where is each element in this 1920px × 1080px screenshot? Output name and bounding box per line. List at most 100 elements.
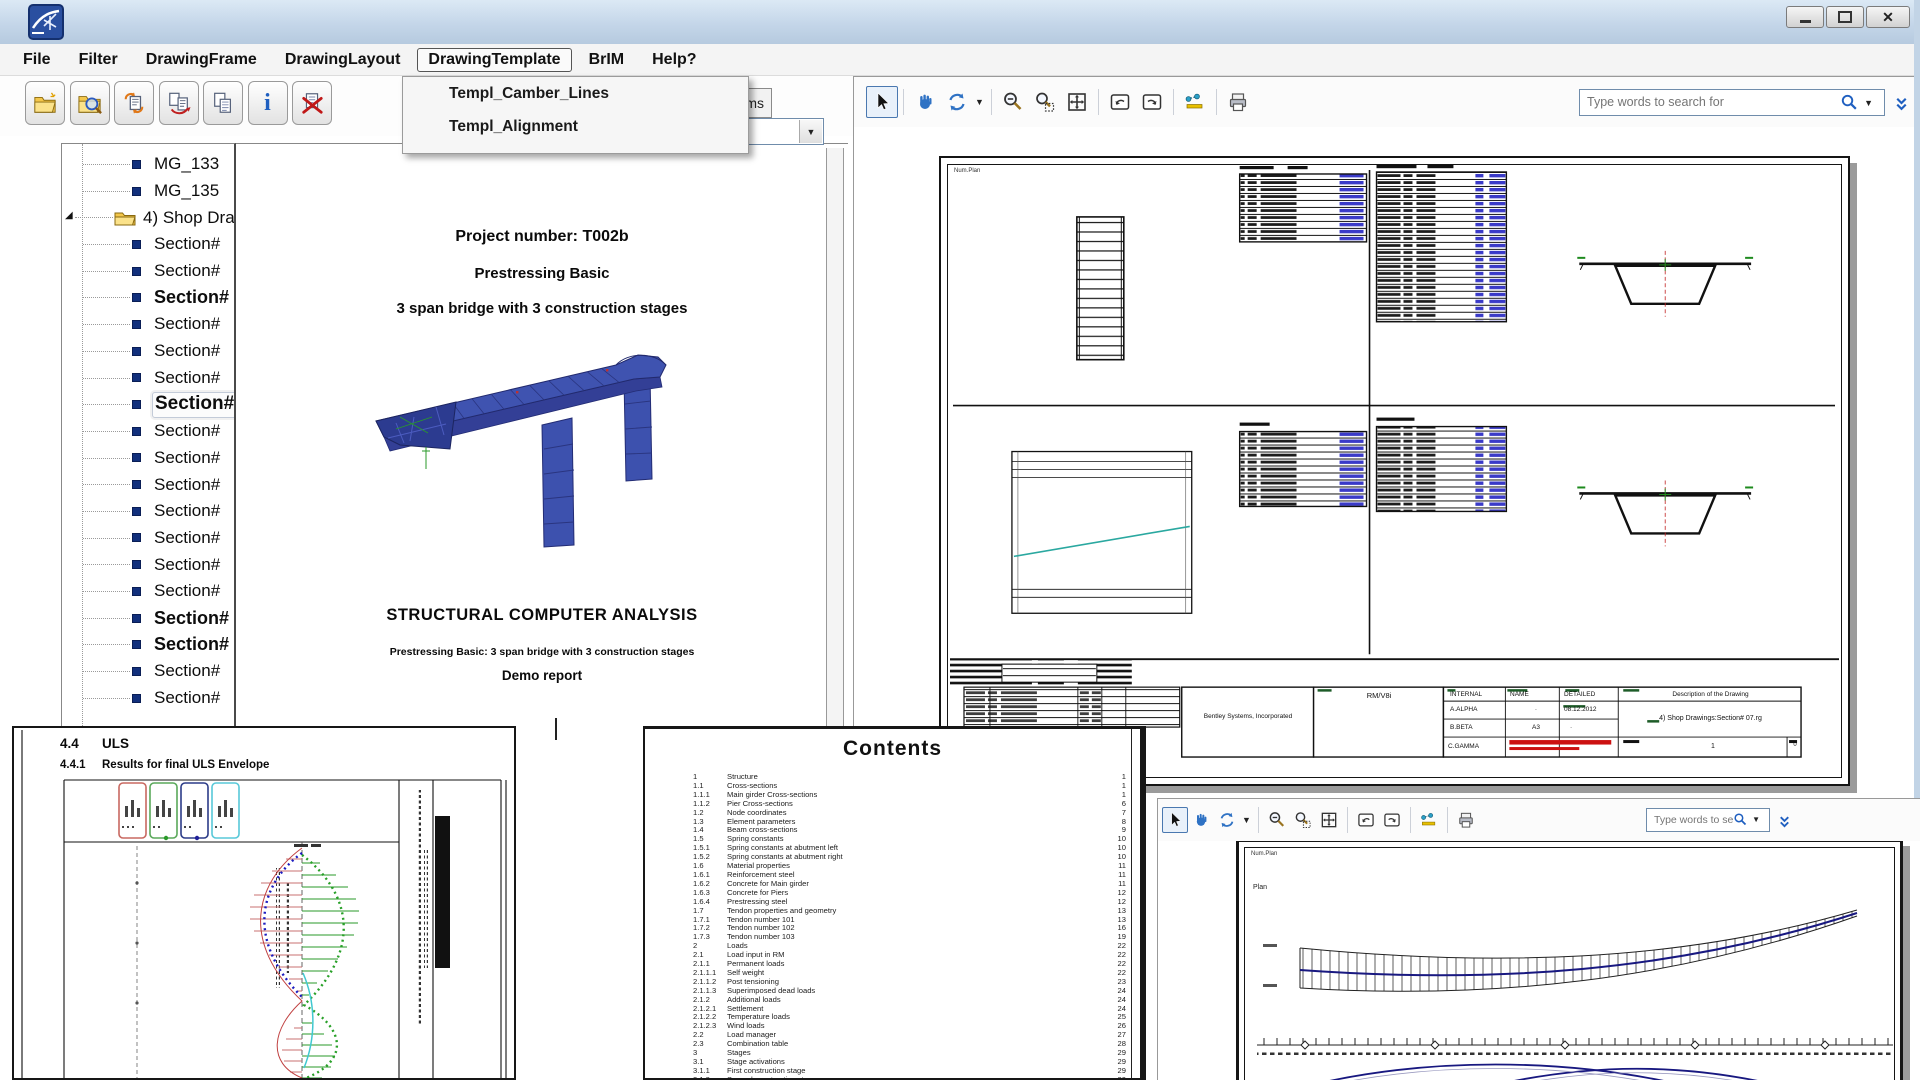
tree-item[interactable]: ◢ Section# — [62, 498, 234, 525]
drawing-canvas[interactable]: Num.Plan Plan — [1158, 841, 1920, 1080]
fit-view-button[interactable] — [1316, 807, 1342, 833]
zoom-window-button[interactable] — [1290, 807, 1316, 833]
rotate-view-button[interactable] — [1214, 807, 1240, 833]
maximize-button[interactable] — [1826, 6, 1864, 28]
menu-item[interactable]: Help? — [641, 48, 707, 72]
search-dropdown-caret[interactable]: ▼ — [1752, 815, 1760, 824]
menu-item[interactable]: BrIM — [578, 48, 636, 72]
tree-item-label[interactable]: Section# — [154, 261, 220, 281]
title-bar[interactable]: ✕ — [0, 0, 1920, 45]
tree-item-label[interactable]: Section# — [154, 287, 229, 308]
menu-item[interactable]: DrawingTemplate — [417, 48, 571, 72]
collapse-chevrons-icon[interactable] — [1893, 94, 1910, 111]
tree-item[interactable]: ◢ Section# — [62, 338, 234, 365]
menu-item[interactable]: Filter — [68, 48, 129, 72]
collapse-chevrons-icon[interactable] — [1777, 813, 1792, 828]
tree-item-label[interactable]: Section# — [154, 608, 229, 629]
tree-item-label[interactable]: Section# — [154, 528, 220, 548]
tree-item-label[interactable]: Section# — [154, 501, 220, 521]
open-folder-button[interactable] — [25, 81, 65, 125]
tree-item-label[interactable]: Section# — [154, 368, 220, 388]
drawing-canvas[interactable]: Num.Plan — [854, 127, 1920, 798]
toc-page: 30 — [1084, 1076, 1126, 1080]
zoom-out-button[interactable] — [997, 86, 1029, 118]
next-view-button[interactable] — [1379, 807, 1405, 833]
tree-item-label[interactable]: Section# — [154, 475, 220, 495]
tree-item-label[interactable]: MG_133 — [154, 154, 219, 174]
tree-item[interactable]: ◢ MG_135 — [62, 178, 234, 205]
rotate-view-button[interactable] — [941, 86, 973, 118]
menu-item[interactable]: DrawingFrame — [135, 48, 268, 72]
tree-item-label[interactable]: Section# — [152, 392, 236, 418]
combobox-arrow-icon[interactable]: ▼ — [799, 120, 822, 143]
fit-view-button[interactable] — [1061, 86, 1093, 118]
tree-item[interactable]: ◢ Section# — [62, 551, 234, 578]
transfer-document-button[interactable] — [159, 81, 199, 125]
tree-item-label[interactable]: Section# — [154, 555, 220, 575]
tree-item[interactable]: ◢ Section# — [62, 445, 234, 472]
tree-item[interactable]: ◢ Section# — [62, 578, 234, 605]
tree-item-label[interactable]: Section# — [154, 581, 220, 601]
tree-item-label[interactable]: Section# — [154, 234, 220, 254]
search-icon[interactable] — [1840, 93, 1859, 112]
tree-item[interactable]: ◢ Section# — [62, 231, 234, 258]
tree-item[interactable]: ◢ Section# — [62, 365, 234, 392]
tree-item[interactable]: ◢ Section# — [62, 605, 234, 632]
pan-tool-button[interactable] — [1188, 807, 1214, 833]
tree-item[interactable]: ◢ Section# — [62, 685, 234, 712]
tree-item-label[interactable]: Section# — [154, 421, 220, 441]
previous-view-button[interactable] — [1353, 807, 1379, 833]
expander-icon[interactable]: ◢ — [65, 211, 73, 221]
search-folder-button[interactable] — [70, 81, 110, 125]
tree-item[interactable]: ◢ Section# — [62, 471, 234, 498]
tree-item-label[interactable]: 4) Shop Dra — [143, 208, 235, 228]
rotate-dropdown-caret[interactable]: ▼ — [1242, 815, 1251, 825]
menu-item[interactable]: File — [12, 48, 62, 72]
tree-item-label[interactable]: Section# — [154, 688, 220, 708]
select-tool-button[interactable] — [1162, 807, 1188, 833]
toc-page: 1 — [1084, 791, 1126, 800]
previous-view-icon — [1356, 810, 1376, 830]
print-button[interactable] — [1453, 807, 1479, 833]
dropdown-menu-item[interactable]: Templ_Camber_Lines — [403, 77, 748, 110]
print-button[interactable] — [1222, 86, 1254, 118]
tree-item[interactable]: ◢ 4) Shop Dra — [62, 204, 234, 231]
close-button[interactable]: ✕ — [1866, 6, 1910, 28]
tree-item[interactable]: ◢ Section# — [62, 311, 234, 338]
bridge-app-icon[interactable] — [28, 4, 64, 40]
tree-item[interactable]: ◢ MG_133 — [62, 151, 234, 178]
tree-item-label[interactable]: MG_135 — [154, 181, 219, 201]
tree-item[interactable]: ◢ Section# — [62, 391, 234, 418]
tree-item-label[interactable]: Section# — [154, 661, 220, 681]
tree-item[interactable]: ◢ Section# — [62, 658, 234, 685]
tree-item-label[interactable]: Section# — [154, 341, 220, 361]
next-view-button[interactable] — [1136, 86, 1168, 118]
rotate-dropdown-caret[interactable]: ▼ — [975, 97, 984, 107]
previous-view-button[interactable] — [1104, 86, 1136, 118]
copy-document-button[interactable] — [203, 81, 243, 125]
zoom-window-button[interactable] — [1029, 86, 1061, 118]
search-box: ▼ — [1579, 89, 1885, 116]
tree-item-label[interactable]: Section# — [154, 314, 220, 334]
zoom-out-button[interactable] — [1264, 807, 1290, 833]
dropdown-menu-item[interactable]: Templ_Alignment — [403, 110, 748, 143]
tree-item[interactable]: ◢ Section# — [62, 631, 234, 658]
delete-document-button[interactable] — [292, 81, 332, 125]
report-scrollbar[interactable] — [826, 148, 844, 728]
tree-item-label[interactable]: Section# — [154, 634, 229, 655]
tree-item-label[interactable]: Section# — [154, 448, 220, 468]
measure-tool-button[interactable] — [1179, 86, 1211, 118]
info-button[interactable]: i — [248, 81, 288, 125]
tree-item[interactable]: ◢ Section# — [62, 418, 234, 445]
search-dropdown-caret[interactable]: ▼ — [1864, 98, 1873, 108]
minimize-button[interactable] — [1786, 6, 1824, 28]
search-icon[interactable] — [1733, 812, 1748, 827]
measure-tool-button[interactable] — [1416, 807, 1442, 833]
tree-item[interactable]: ◢ Section# — [62, 258, 234, 285]
update-document-button[interactable] — [114, 81, 154, 125]
select-tool-button[interactable] — [866, 86, 898, 118]
menu-item[interactable]: DrawingLayout — [274, 48, 412, 72]
pan-tool-button[interactable] — [909, 86, 941, 118]
tree-item[interactable]: ◢ Section# — [62, 525, 234, 552]
tree-item[interactable]: ◢ Section# — [62, 284, 234, 311]
